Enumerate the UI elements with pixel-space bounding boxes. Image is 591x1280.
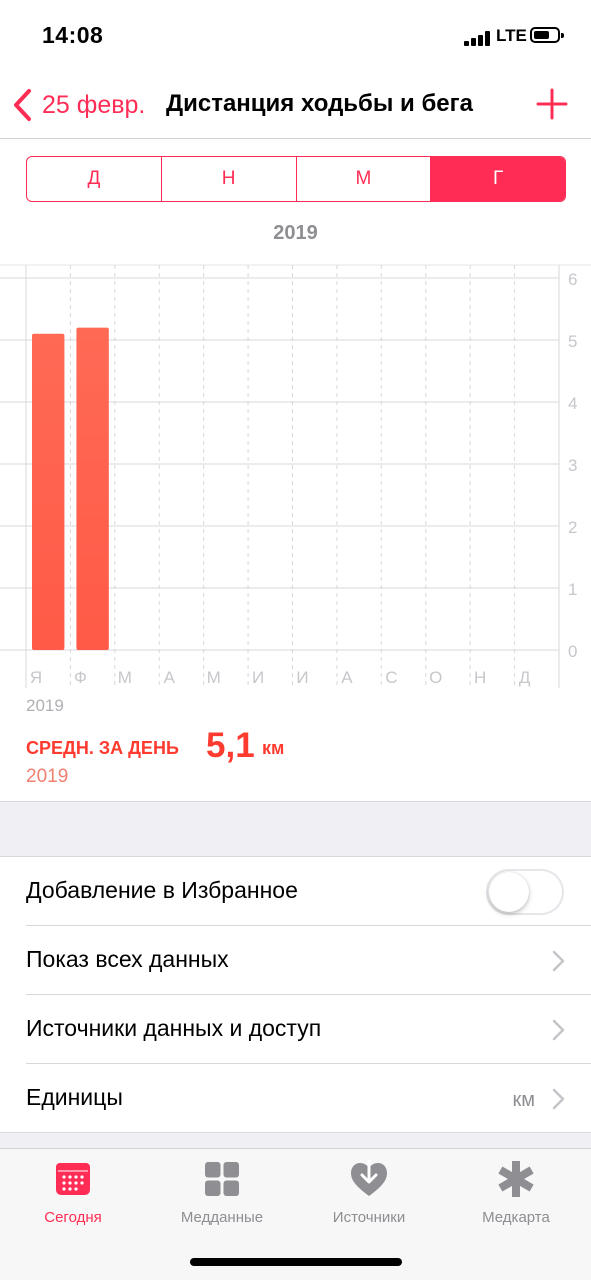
battery-icon: [530, 27, 564, 43]
units-row[interactable]: Единицы км: [0, 1064, 591, 1133]
average-label: СРЕДН. ЗА ДЕНЬ: [26, 738, 179, 758]
x-tick-label: М: [207, 668, 221, 687]
x-tick-label: И: [252, 668, 264, 687]
x-tick-label: И: [296, 668, 308, 687]
units-value: км: [512, 1089, 536, 1111]
period-segmented-control: Д Н М Г: [26, 156, 566, 202]
chevron-right-icon: [552, 1019, 565, 1041]
x-tick-label: Ф: [74, 668, 87, 687]
tab-health-data-label: Медданные: [180, 1209, 264, 1226]
x-tick-label: Я: [30, 668, 42, 687]
calendar-icon: [56, 1163, 90, 1195]
back-label: 25 февр.: [42, 90, 146, 119]
home-indicator: [190, 1258, 402, 1266]
network-type: LTE: [496, 26, 527, 45]
segment-month[interactable]: М: [297, 157, 432, 201]
y-tick-label: 3: [568, 456, 577, 475]
tab-health-data[interactable]: Медданные: [152, 1159, 292, 1226]
grid-icon: [205, 1162, 239, 1196]
add-icon[interactable]: [536, 88, 568, 120]
y-tick-label: 4: [568, 394, 577, 413]
show-all-data-label: Показ всех данных: [26, 946, 229, 972]
chevron-left-icon: [14, 89, 31, 121]
tab-medical-id-label: Медкарта: [482, 1209, 550, 1226]
section-gap: [0, 801, 591, 857]
nav-divider: [0, 138, 591, 139]
cellular-signal-icon: [464, 30, 492, 46]
tab-today-label: Сегодня: [44, 1209, 102, 1226]
y-tick-label: 6: [568, 270, 577, 289]
heart-download-icon: [351, 1159, 387, 1196]
bar: [76, 327, 109, 650]
x-tick-label: О: [429, 668, 442, 687]
average-period: 2019: [26, 766, 69, 787]
x-tick-label: Д: [519, 668, 531, 687]
period-header: 2019: [273, 222, 318, 244]
page-title: Дистанция ходьбы и бега: [166, 90, 473, 117]
x-sub-label: 2019: [26, 696, 64, 715]
favorite-row: Добавление в Избранное: [0, 857, 591, 926]
x-tick-label: М: [118, 668, 132, 687]
tab-medical-id[interactable]: Медкарта: [446, 1159, 586, 1226]
y-tick-label: 1: [568, 580, 577, 599]
y-tick-label: 2: [568, 518, 577, 537]
units-label: Единицы: [26, 1084, 123, 1110]
asterisk-icon: [498, 1161, 534, 1197]
tab-today[interactable]: Сегодня: [3, 1159, 143, 1226]
list-footer-gap: [0, 1133, 591, 1148]
sources-access-label: Источники данных и доступ: [26, 1015, 322, 1041]
segment-week[interactable]: Н: [162, 157, 297, 201]
x-tick-label: А: [341, 668, 353, 687]
average-value: 5,1: [206, 726, 255, 765]
x-tick-label: С: [385, 668, 397, 687]
favorite-label: Добавление в Избранное: [26, 877, 298, 903]
distance-bar-chart[interactable]: 0 1 2 3 4 5 6 Я Ф М А М И И А С О Н Д 2019: [0, 262, 591, 722]
sources-access-row[interactable]: Источники данных и доступ: [0, 995, 591, 1064]
status-time: 14:08: [42, 22, 104, 48]
segment-year[interactable]: Г: [431, 157, 565, 201]
show-all-data-row[interactable]: Показ всех данных: [0, 926, 591, 995]
chevron-right-icon: [552, 950, 565, 972]
bar: [32, 333, 65, 650]
segment-day[interactable]: Д: [27, 157, 162, 201]
x-tick-label: Н: [474, 668, 486, 687]
y-tick-label: 0: [568, 642, 577, 661]
average-unit: км: [262, 738, 285, 758]
tab-sources[interactable]: Источники: [299, 1159, 439, 1226]
y-tick-label: 5: [568, 332, 577, 351]
back-button[interactable]: 25 февр.: [12, 86, 145, 124]
x-tick-label: А: [164, 668, 176, 687]
chevron-right-icon: [552, 1088, 565, 1110]
favorite-toggle[interactable]: [486, 869, 564, 915]
tab-sources-label: Источники: [332, 1209, 406, 1226]
